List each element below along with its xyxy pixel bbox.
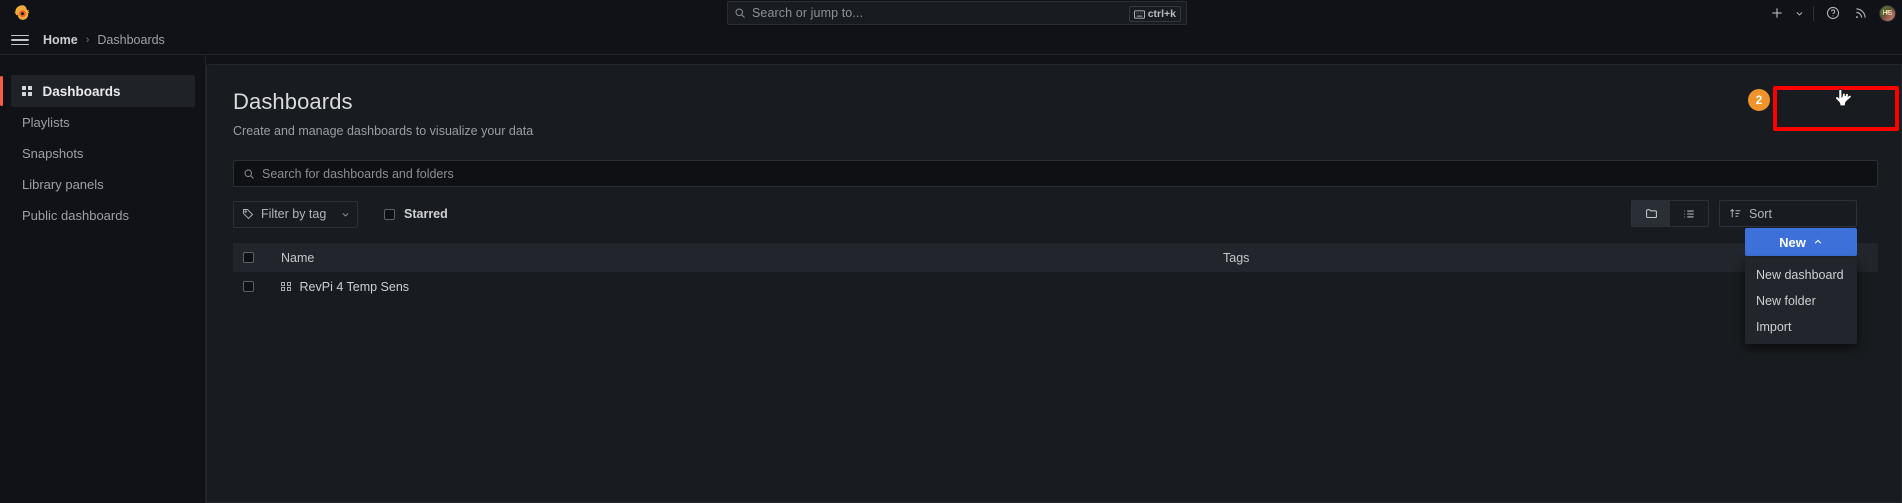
breadcrumb-item-dashboards[interactable]: Dashboards bbox=[97, 33, 164, 47]
menu-item-new-dashboard[interactable]: New dashboard bbox=[1745, 262, 1857, 288]
search-shortcut-text: ctrl+k bbox=[1147, 8, 1176, 20]
starred-filter[interactable]: Starred bbox=[384, 207, 448, 221]
list-view-button[interactable] bbox=[1670, 201, 1708, 226]
global-search-input[interactable]: Search or jump to... ctrl+k bbox=[727, 1, 1187, 25]
annotation-step-badge: 2 bbox=[1748, 89, 1770, 111]
user-avatar[interactable]: HS bbox=[1879, 4, 1896, 22]
column-header-name[interactable]: Name bbox=[281, 251, 1223, 265]
search-shortcut-hint: ctrl+k bbox=[1128, 6, 1181, 22]
sidebar-item-public-dashboards[interactable]: Public dashboards bbox=[0, 200, 205, 231]
menu-item-label: Import bbox=[1756, 320, 1792, 334]
sidebar-item-dashboards[interactable]: Dashboards bbox=[0, 75, 195, 107]
question-circle-icon bbox=[1826, 6, 1840, 20]
dashboards-table: Name Tags RevPi 4 Temp Sens bbox=[233, 243, 1878, 301]
sidebar-item-label: Library panels bbox=[22, 177, 104, 192]
dashboard-name-link[interactable]: RevPi 4 Temp Sens bbox=[300, 280, 410, 294]
row-checkbox-cell bbox=[243, 281, 281, 292]
menu-item-label: New dashboard bbox=[1756, 268, 1844, 282]
news-button[interactable] bbox=[1847, 0, 1875, 26]
dashboard-grid-icon bbox=[281, 281, 291, 292]
sidebar-item-label: Dashboards bbox=[42, 83, 121, 99]
topbar-actions: HS bbox=[1763, 0, 1896, 26]
sidebar-item-label: Snapshots bbox=[22, 146, 84, 161]
chevron-down-icon bbox=[1796, 11, 1803, 16]
left-sidebar: Dashboards Playlists Snapshots Library p… bbox=[0, 55, 206, 503]
sort-button[interactable]: Sort bbox=[1719, 200, 1857, 227]
rss-icon bbox=[1855, 8, 1866, 19]
filter-by-tag-label: Filter by tag bbox=[261, 207, 327, 221]
select-all-checkbox-cell bbox=[243, 252, 281, 263]
sidebar-item-label: Playlists bbox=[22, 115, 70, 130]
tag-icon bbox=[243, 209, 254, 220]
filter-toolbar: Filter by tag Starred Sort New New dashb… bbox=[233, 200, 1875, 344]
search-icon bbox=[735, 8, 745, 18]
chevron-up-icon bbox=[1814, 239, 1822, 244]
table-header-row: Name Tags bbox=[233, 243, 1878, 272]
folder-icon bbox=[1645, 209, 1657, 219]
select-all-checkbox[interactable] bbox=[243, 252, 254, 263]
starred-checkbox[interactable] bbox=[384, 208, 395, 220]
main-content-panel: Dashboards Create and manage dashboards … bbox=[206, 64, 1902, 503]
new-button-label: New bbox=[1779, 234, 1806, 250]
list-icon bbox=[1684, 210, 1694, 217]
help-button[interactable] bbox=[1819, 0, 1847, 26]
page-subtitle: Create and manage dashboards to visualiz… bbox=[233, 124, 534, 138]
top-navigation-bar: Search or jump to... ctrl+k HS bbox=[0, 0, 1902, 26]
global-search-placeholder: Search or jump to... bbox=[752, 6, 864, 20]
new-dropdown-menu: New dashboard New folder Import bbox=[1745, 258, 1857, 344]
quick-add-chevron-button[interactable] bbox=[1791, 0, 1808, 26]
new-menu-container: New New dashboard New folder Import bbox=[1745, 228, 1857, 344]
chevron-down-icon bbox=[342, 212, 349, 217]
quick-add-button[interactable] bbox=[1763, 0, 1791, 26]
row-name-cell: RevPi 4 Temp Sens bbox=[281, 280, 1223, 294]
apps-grid-icon bbox=[22, 86, 32, 96]
sidebar-item-label: Public dashboards bbox=[22, 208, 129, 223]
sort-amount-down-icon bbox=[1730, 208, 1741, 218]
folder-view-button[interactable] bbox=[1632, 201, 1670, 226]
sort-button-label: Sort bbox=[1749, 206, 1772, 221]
grafana-dashboards-page: Search or jump to... ctrl+k HS Home › Da… bbox=[0, 0, 1902, 503]
menu-item-label: New folder bbox=[1756, 294, 1816, 308]
hamburger-menu-icon[interactable] bbox=[11, 33, 29, 48]
view-mode-toggle bbox=[1631, 200, 1709, 227]
page-title: Dashboards bbox=[233, 89, 353, 114]
menu-item-import[interactable]: Import bbox=[1745, 314, 1857, 340]
dashboard-search-input[interactable]: Search for dashboards and folders bbox=[233, 160, 1878, 187]
dashboard-search-placeholder: Search for dashboards and folders bbox=[262, 166, 454, 181]
search-icon bbox=[244, 169, 254, 179]
breadcrumb-separator: › bbox=[85, 34, 90, 46]
topbar-divider bbox=[1813, 5, 1814, 21]
sidebar-item-library-panels[interactable]: Library panels bbox=[0, 169, 205, 200]
avatar-initials: HS bbox=[1882, 9, 1893, 17]
grafana-logo-icon bbox=[13, 4, 29, 20]
new-button[interactable]: New bbox=[1745, 228, 1857, 256]
filter-by-tag-select[interactable]: Filter by tag bbox=[233, 200, 358, 228]
breadcrumb-item-home[interactable]: Home bbox=[43, 33, 78, 47]
keyboard-icon bbox=[1133, 9, 1145, 19]
breadcrumb: Home › Dashboards bbox=[43, 33, 165, 47]
breadcrumb-bar: Home › Dashboards bbox=[0, 26, 1902, 55]
table-row[interactable]: RevPi 4 Temp Sens bbox=[233, 272, 1878, 301]
menu-item-new-folder[interactable]: New folder bbox=[1745, 288, 1857, 314]
plus-icon bbox=[1772, 8, 1782, 18]
row-checkbox[interactable] bbox=[243, 281, 254, 292]
starred-label: Starred bbox=[404, 207, 448, 221]
pointer-hand-cursor bbox=[1835, 88, 1852, 107]
grafana-logo-button[interactable] bbox=[0, 4, 44, 23]
sidebar-item-playlists[interactable]: Playlists bbox=[0, 107, 205, 138]
sidebar-item-snapshots[interactable]: Snapshots bbox=[0, 138, 205, 169]
